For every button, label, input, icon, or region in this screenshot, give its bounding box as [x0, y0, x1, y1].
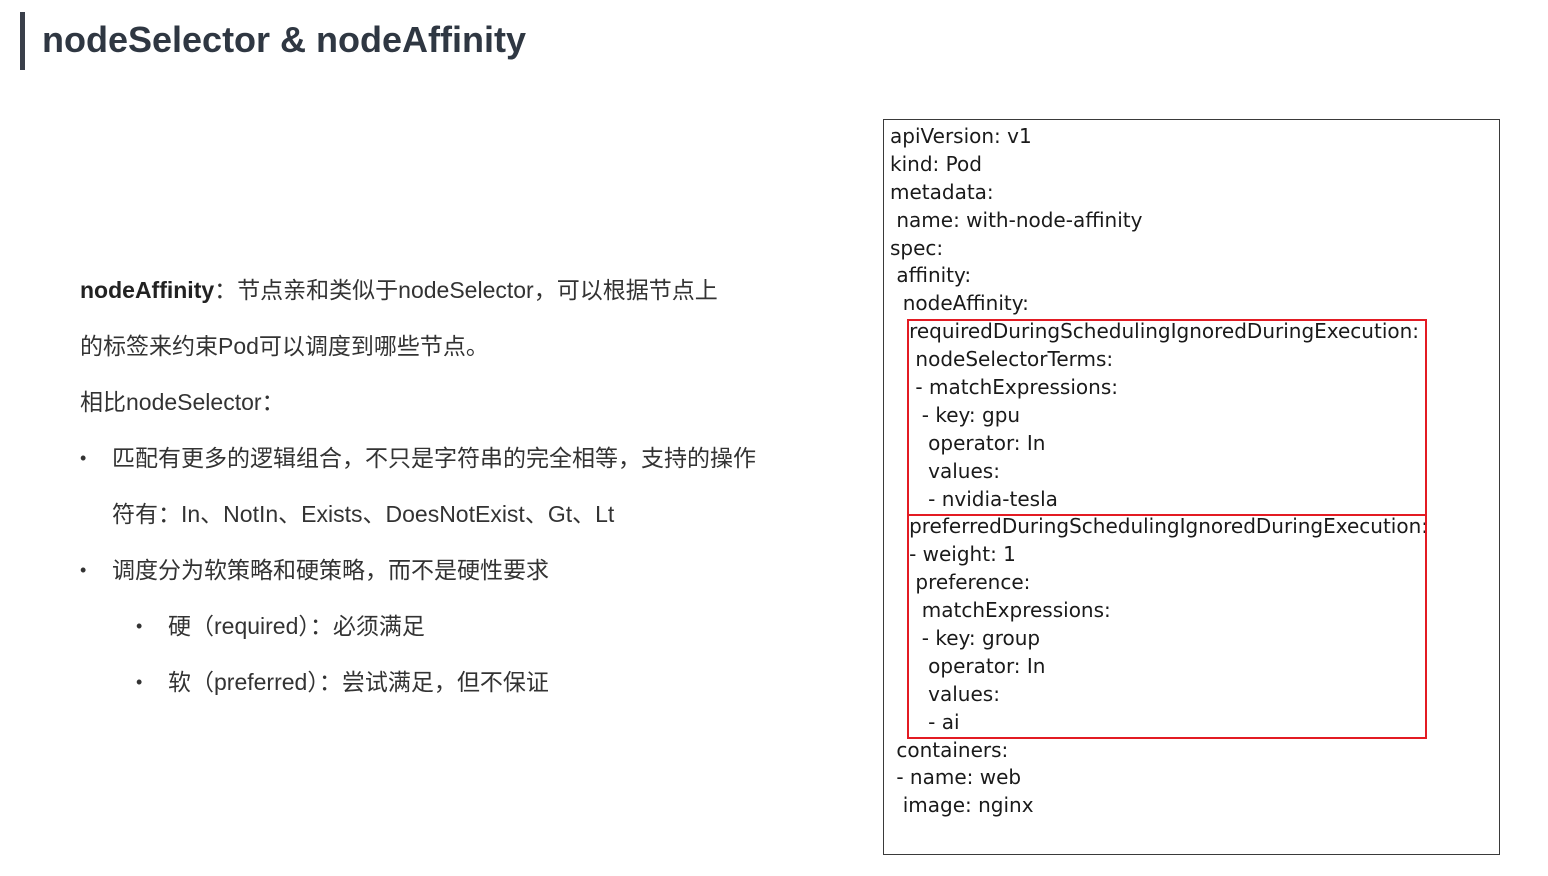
required-affinity-highlight	[907, 319, 1427, 516]
code-line: - name: web	[890, 765, 1022, 790]
sub-bullet-text: 软（preferred）：尝试满足，但不保证	[168, 669, 549, 695]
bullet-text: 匹配有更多的逻辑组合，不只是字符串的完全相等，支持的操作	[112, 445, 756, 471]
preferred-affinity-highlight	[907, 514, 1427, 739]
description-panel: nodeAffinity：节点亲和类似于nodeSelector，可以根据节点上…	[80, 262, 800, 710]
code-line: apiVersion: v1	[890, 124, 1032, 148]
title-accent-bar	[20, 12, 25, 70]
code-line: affinity:	[890, 263, 972, 288]
code-line: spec:	[890, 235, 944, 260]
page-title: nodeSelector & nodeAffinity	[42, 19, 527, 60]
sub-bullet-preferred: • 软（preferred）：尝试满足，但不保证	[80, 654, 800, 710]
bullet-text: 调度分为软策略和硬策略，而不是硬性要求	[112, 557, 549, 583]
bullet-text-continued: 符有：In、NotIn、Exists、DoesNotExist、Gt、Lt	[112, 501, 615, 527]
code-line: image: nginx	[890, 793, 1034, 818]
compare-label: 相比nodeSelector：	[80, 389, 285, 415]
sub-bullet-required: • 硬（required）：必须满足	[80, 598, 800, 654]
code-line: containers:	[890, 737, 1009, 762]
bullet-dot-icon: •	[80, 448, 87, 468]
bullet-dot-icon: •	[136, 672, 143, 692]
bullet-item-logic: • 匹配有更多的逻辑组合，不只是字符串的完全相等，支持的操作 符有：In、Not…	[80, 430, 800, 542]
code-line: kind: Pod	[890, 151, 982, 176]
intro-text: ：节点亲和类似于nodeSelector，可以根据节点上	[214, 277, 718, 303]
intro-paragraph-line1: nodeAffinity：节点亲和类似于nodeSelector，可以根据节点上	[80, 262, 800, 318]
bullet-dot-icon: •	[136, 616, 143, 636]
intro-paragraph-line2: 的标签来约束Pod可以调度到哪些节点。	[80, 333, 489, 359]
bullet-dot-icon: •	[80, 560, 87, 580]
code-line: metadata:	[890, 179, 994, 204]
intro-term: nodeAffinity	[80, 277, 215, 303]
code-line: name: with-node-affinity	[890, 207, 1143, 232]
bullet-item-policy: • 调度分为软策略和硬策略，而不是硬性要求	[80, 542, 800, 598]
sub-bullet-text: 硬（required）：必须满足	[168, 613, 425, 639]
yaml-code-box: apiVersion: v1 kind: Pod metadata: name: w…	[883, 119, 1500, 855]
code-line: nodeAffinity:	[890, 291, 1029, 316]
